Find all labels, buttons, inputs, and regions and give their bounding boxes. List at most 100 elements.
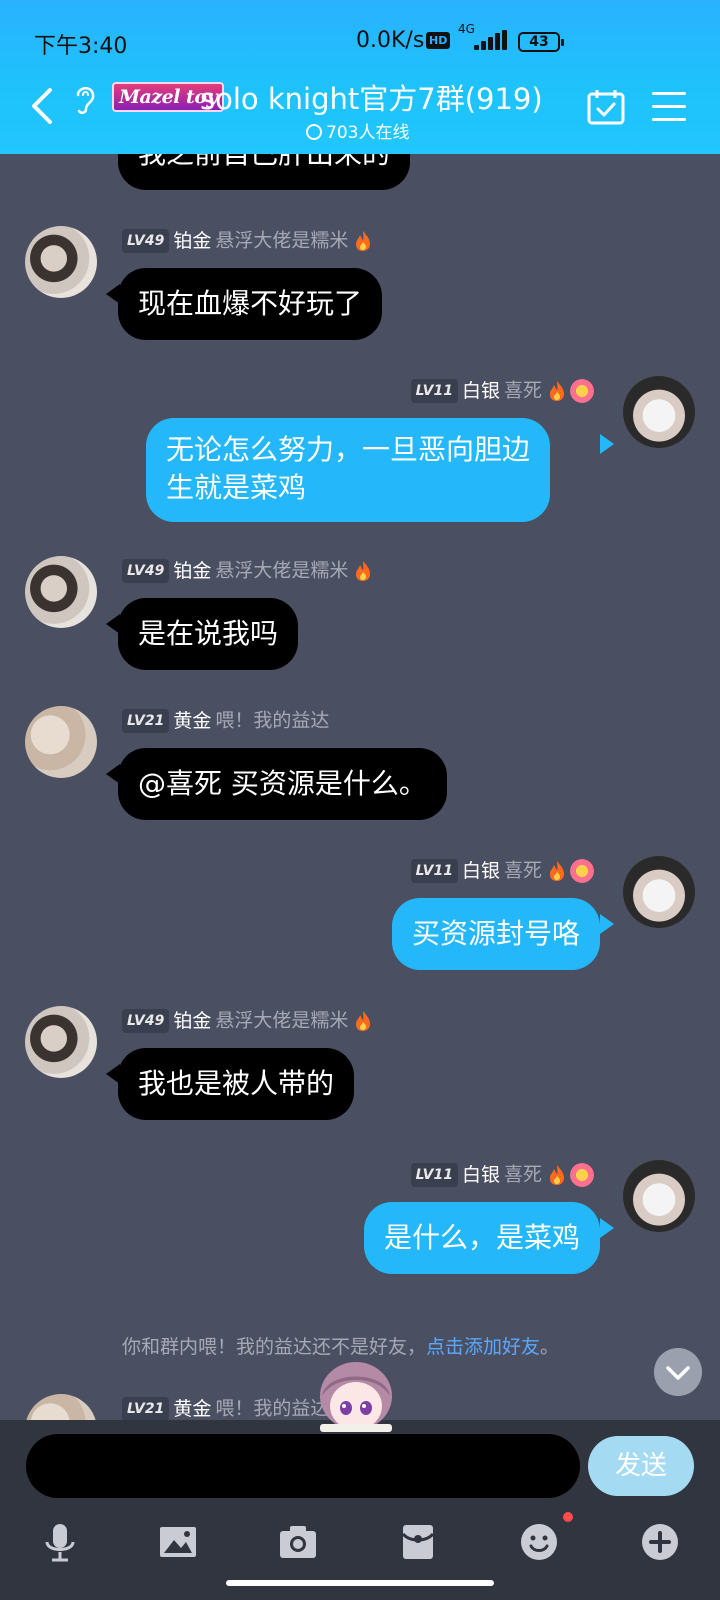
message-line: 无论怎么努力，一旦恶向胆边	[166, 433, 531, 466]
rank-label: 白银	[461, 379, 500, 402]
message-meta: LV49 铂金 悬浮大佬是糯米	[122, 226, 372, 254]
fire-icon	[356, 1010, 371, 1031]
ear-icon[interactable]	[70, 82, 100, 116]
avatar[interactable]	[25, 1006, 97, 1078]
level-badge: LV21	[122, 1396, 170, 1420]
avatar[interactable]	[25, 1394, 97, 1420]
level-badge: LV11	[410, 1162, 458, 1187]
message-meta: LV11 白银 喜死	[410, 376, 594, 404]
message-meta: LV11 白银 喜死	[410, 1160, 594, 1188]
notification-dot	[563, 1512, 573, 1522]
message-left: LV49 铂金 悬浮大佬是糯米 我也是被人带的	[0, 1006, 720, 1126]
avatar[interactable]	[25, 226, 97, 298]
notice-text: 你和群内喂！我的益达还不是好友，	[122, 1336, 427, 1358]
network-type: 4G	[458, 22, 475, 36]
home-indicator[interactable]	[226, 1580, 494, 1586]
member-title: 悬浮大佬是糯米	[215, 229, 349, 252]
avatar[interactable]	[25, 706, 97, 778]
fire-icon	[550, 1164, 564, 1185]
menu-icon[interactable]	[652, 92, 686, 122]
message-partial-top: 我之前自己肝出来的	[0, 154, 720, 194]
level-badge: LV49	[122, 1008, 170, 1033]
rank-label: 铂金	[173, 559, 212, 582]
message-bubble[interactable]: 是在说我吗	[118, 598, 299, 670]
microphone-icon[interactable]	[40, 1522, 80, 1562]
message-input[interactable]	[26, 1434, 580, 1498]
message-left: LV49 铂金 悬浮大佬是糯米 是在说我吗	[0, 556, 720, 676]
message-bubble[interactable]: 是什么，是菜鸡	[363, 1202, 600, 1274]
smile-icon	[306, 124, 322, 140]
fire-icon	[550, 860, 564, 881]
page-title[interactable]: solo knight官方7群(919)	[200, 76, 543, 118]
chat-list[interactable]: 我之前自己肝出来的 LV49铂金悬浮大佬是糯米 现在血爆不好玩了 LV11白银喜…	[0, 154, 720, 1420]
rank-label: 铂金	[173, 229, 212, 252]
member-title: 喜死	[503, 1163, 542, 1186]
friend-notice: 你和群内喂！我的益达还不是好友，点击添加好友。	[122, 1332, 559, 1359]
plus-icon[interactable]	[640, 1522, 680, 1562]
flower-icon	[570, 378, 594, 403]
message-meta: LV21 黄金 喂！我的益达	[122, 1394, 329, 1420]
send-button[interactable]: 发送	[588, 1436, 694, 1496]
bubble-tail	[600, 914, 614, 934]
rank-label: 黄金	[173, 709, 212, 732]
calendar-check-icon[interactable]	[586, 88, 626, 126]
camera-icon[interactable]	[278, 1522, 318, 1562]
fire-icon	[550, 380, 564, 401]
message-left: LV49 铂金 悬浮大佬是糯米 现在血爆不好玩了	[0, 226, 720, 346]
bubble-tail	[600, 1218, 614, 1238]
scroll-down-button[interactable]	[654, 1348, 702, 1396]
message-bubble[interactable]: 无论怎么努力，一旦恶向胆边 生就是菜鸡	[146, 418, 551, 522]
rank-label: 白银	[461, 1163, 500, 1186]
avatar[interactable]	[623, 1160, 695, 1232]
chat-header: 下午3:40 0.0K/s HD 4G 43 Mazel toy solo kn…	[0, 0, 720, 154]
fire-icon	[356, 230, 371, 251]
avatar[interactable]	[623, 376, 695, 448]
message-meta: LV21 黄金 喂！我的益达	[122, 706, 329, 734]
signal-icon	[474, 30, 508, 50]
rank-label: 白银	[461, 859, 500, 882]
bubble-tail	[600, 434, 614, 454]
member-title: 悬浮大佬是糯米	[215, 559, 349, 582]
message-left: LV21 黄金 喂！我的益达 @喜死 买资源是什么。	[0, 706, 720, 826]
message-bubble[interactable]: 买资源封号咯	[391, 898, 600, 970]
message-right: LV11 白银 喜死 买资源封号咯	[0, 856, 720, 976]
message-meta: LV11 白银 喜死	[410, 856, 594, 884]
add-friend-link[interactable]: 点击添加好友	[426, 1336, 540, 1358]
status-time: 下午3:40	[34, 34, 128, 59]
avatar[interactable]	[623, 856, 695, 928]
notice-suffix: 。	[540, 1336, 560, 1358]
rank-label: 黄金	[173, 1397, 212, 1420]
level-badge: LV11	[410, 858, 458, 883]
fire-icon	[356, 560, 371, 581]
avatar[interactable]	[25, 556, 97, 628]
battery-icon: 43	[518, 32, 564, 52]
message-bubble[interactable]: 我之前自己肝出来的	[118, 154, 411, 190]
member-title: 悬浮大佬是糯米	[215, 1009, 349, 1032]
image-icon[interactable]	[158, 1522, 198, 1562]
member-title: 喂！我的益达	[215, 709, 330, 732]
flower-icon	[570, 858, 594, 883]
message-bubble[interactable]: @喜死 买资源是什么。	[118, 748, 447, 820]
emoji-icon[interactable]	[519, 1522, 559, 1562]
message-bubble[interactable]: 我也是被人带的	[118, 1048, 355, 1120]
online-count: 703人在线	[306, 118, 409, 143]
message-meta: LV49 铂金 悬浮大佬是糯米	[122, 1006, 372, 1034]
level-badge: LV49	[122, 558, 170, 583]
status-bar: 下午3:40 0.0K/s HD 4G 43	[34, 22, 700, 59]
message-meta: LV49 铂金 悬浮大佬是糯米	[122, 556, 372, 584]
member-title: 喜死	[503, 379, 542, 402]
member-title: 喂！我的益达	[215, 1397, 330, 1420]
message-bubble[interactable]: 现在血爆不好玩了	[118, 268, 383, 340]
red-packet-icon[interactable]	[398, 1522, 438, 1562]
rank-label: 铂金	[173, 1009, 212, 1032]
message-right: LV11 白银 喜死 是什么，是菜鸡	[0, 1160, 720, 1280]
message-right: LV11 白银 喜死 无论怎么努力，一旦恶向胆边 生就是菜鸡	[0, 376, 720, 526]
back-chevron-icon[interactable]	[24, 84, 64, 128]
net-speed: 0.0K/s	[356, 28, 425, 53]
level-badge: LV11	[410, 378, 458, 403]
level-badge: LV21	[122, 708, 170, 733]
online-count-text: 703人在线	[326, 123, 410, 143]
anime-mascot-icon[interactable]	[316, 1362, 396, 1432]
member-title: 喜死	[503, 859, 542, 882]
message-line: 生就是菜鸡	[166, 471, 307, 504]
